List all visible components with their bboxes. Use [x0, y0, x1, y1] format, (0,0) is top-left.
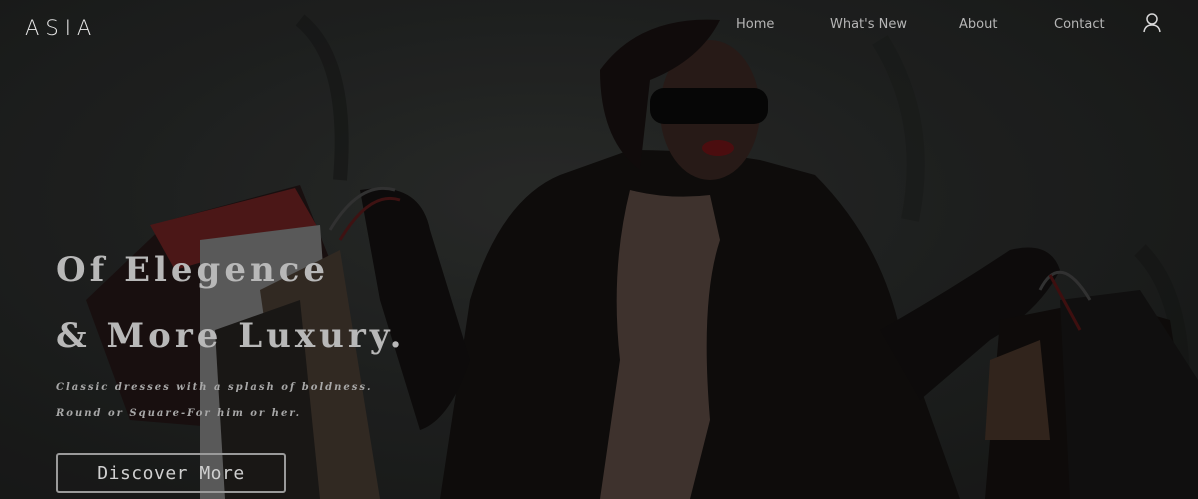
nav-contact[interactable]: Contact	[1054, 17, 1105, 32]
hero-section: ASIA Home What's New About Contact Of El…	[0, 0, 1198, 499]
nav-whats-new[interactable]: What's New	[830, 17, 907, 32]
hero-subtext-line2: Round or Square-For him or her.	[56, 408, 302, 419]
user-icon[interactable]	[1142, 12, 1162, 34]
nav-about[interactable]: About	[959, 17, 997, 32]
nav-home[interactable]: Home	[736, 17, 774, 32]
hero-headline-line2: & More Luxury.	[56, 316, 406, 356]
hero-headline-line1: Of Elegence	[56, 250, 330, 290]
main-nav: Home What's New About Contact	[0, 17, 1198, 37]
discover-more-button[interactable]: Discover More	[56, 453, 286, 493]
hero-subtext-line1: Classic dresses with a splash of boldnes…	[56, 382, 373, 393]
